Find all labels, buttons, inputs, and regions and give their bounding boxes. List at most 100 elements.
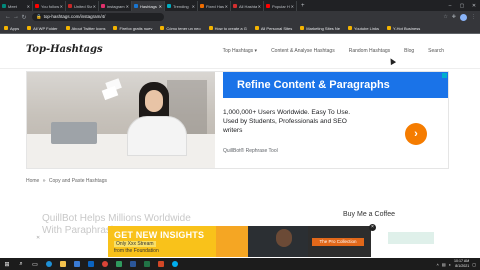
browser-tab[interactable]: Popular H ✕ [264,1,297,11]
ad-body: Refine Content & Paragraphs 1,000,000+ U… [223,72,448,168]
browser-tab[interactable]: instagram ✕ [99,1,132,11]
profile-avatar[interactable] [460,13,467,21]
nav-item[interactable]: Search [428,48,444,54]
bookmark-label: Y-Hot Business [393,25,421,31]
edge-icon[interactable] [42,258,56,270]
ad-photo [27,72,215,168]
chevron-up-icon[interactable]: ˄ [436,262,438,267]
menu-icon[interactable]: ⋮ [471,14,476,20]
bookmark-item[interactable]: Apps [4,26,19,31]
task-view-icon[interactable]: ▭ [28,258,42,270]
bookmark-label: Marketing Sites Ne [306,25,341,31]
bookmark-item[interactable]: About Twitter Icons [65,25,106,31]
coffee-button[interactable] [388,232,434,244]
bookmark-star-icon[interactable]: ☆ [443,14,447,20]
word-icon[interactable] [126,258,140,270]
tab-close-icon[interactable]: ✕ [258,4,261,9]
tab-title: Popular H [272,3,290,9]
tab-close-icon[interactable]: ✕ [93,4,96,9]
lock-icon: 🔒 [36,14,42,19]
bookmark-item[interactable]: Firefox gratis nuev [113,26,152,31]
maximize-icon[interactable]: ▢ [456,1,468,11]
clock[interactable]: 10:17 AM 8/1/2021 [454,259,469,269]
bookmark-item[interactable]: Marketing Sites Ne [300,26,340,31]
nav-item[interactable]: Top Hashtags ▾ [223,48,257,54]
close-left-ad-icon[interactable]: ✕ [36,235,40,241]
sidebar-title: Buy Me a Coffee [343,211,396,218]
mail-icon[interactable] [84,258,98,270]
excel-icon[interactable] [140,258,154,270]
chrome-icon[interactable] [98,258,112,270]
back-icon[interactable]: ← [4,14,12,20]
bookmark-item[interactable]: Cómo tener un neo [160,26,201,31]
reload-icon[interactable]: ↻ [20,14,28,21]
minimize-icon[interactable]: – [444,1,456,11]
bookmark-item[interactable]: All WP Folder [27,26,58,31]
hero-ad[interactable]: Refine Content & Paragraphs 1,000,000+ U… [26,71,449,169]
bookmark-favicon-icon [65,26,70,30]
bookmark-label: About Twitter Icons [71,25,106,31]
browser-tab[interactable]: Meet ✕ [0,1,33,11]
close-window-icon[interactable]: ✕ [468,1,480,11]
tab-close-icon[interactable]: ✕ [192,4,195,9]
bookmark-label: How to create a G [214,25,247,31]
tab-favicon-icon [68,4,72,8]
browser-tab[interactable]: Fixed Hash✕ [198,1,231,11]
bookmark-label: Apps [10,25,20,31]
bottom-banner-ad[interactable]: GET NEW INSIGHTS Only Xxx Stream from th… [108,226,371,257]
tab-close-icon[interactable]: ✕ [27,4,30,9]
breadcrumb-current: Copy and Paste Hashtags [48,178,107,184]
clock-date: 8/1/2021 [455,264,470,268]
forward-icon[interactable]: → [12,14,20,20]
bookmark-item[interactable]: Y-Hot Business [387,26,420,31]
tab-favicon-icon [233,4,237,8]
tab-list: Meet ✕ You follow ✕ United Sta ✕ instagram ✕ Has… [0,1,297,11]
banner-close-icon[interactable]: × [369,224,376,231]
ad-sponsor: QuillBot® Rephrase Tool [223,148,278,154]
bookmark-item[interactable]: All Personal Sites [254,26,292,31]
bookmark-favicon-icon [27,26,32,30]
browser-tab[interactable]: United Sta ✕ [66,1,99,11]
tab-favicon-icon [167,4,171,8]
tab-close-icon[interactable]: ✕ [60,4,63,9]
ad-go-button[interactable]: › [405,123,427,145]
url-input[interactable]: 🔒 top-hashtags.com/instagram/4/ [32,13,164,21]
new-tab-button[interactable]: + [297,1,309,11]
browser-tab[interactable]: Hashtags ✕ [132,1,165,11]
bookmark-item[interactable]: How to create a G [208,25,247,31]
tab-close-icon[interactable]: ✕ [159,4,162,9]
browser-tab[interactable]: Trending ✕ [165,1,198,11]
bookmark-item[interactable]: Youtube Links [348,26,379,31]
file-explorer-icon[interactable] [56,258,70,270]
browser-tab[interactable]: You follow ✕ [33,1,66,11]
windows-icon[interactable]: ⊞ [0,258,14,270]
site-logo[interactable]: Top-Hashtags [26,44,103,55]
banner-tag: The Pro Collection [312,238,364,246]
nav-item[interactable]: Blog [404,48,414,54]
search-icon[interactable]: ⌕ [14,258,28,270]
nav-item[interactable]: Content & Analyse Hashtags [271,48,335,54]
notifications-icon[interactable]: ▢ [472,262,476,267]
volume-icon[interactable]: ◖ [449,262,451,267]
bookmark-favicon-icon [348,26,353,30]
toolbar-right: ☆ ✚ ⋮ [443,13,476,21]
ad-choices-icon[interactable] [442,73,447,78]
bookmark-favicon-icon [208,26,213,30]
banner-headline: GET NEW INSIGHTS [114,230,205,240]
tab-favicon-icon [266,4,270,8]
tab-close-icon[interactable]: ✕ [126,4,129,9]
banner-line1: Only Xxx Stream [114,241,156,247]
nav-item[interactable]: Random Hashtags [349,48,390,54]
breadcrumb-home[interactable]: Home [26,178,39,184]
browser-tab[interactable]: All Hashta ✕ [231,1,264,11]
store-icon[interactable] [70,258,84,270]
tab-close-icon[interactable]: ✕ [225,4,228,9]
network-icon[interactable]: ▤ [442,262,446,267]
powerpoint-icon[interactable] [154,258,168,270]
site-header: Top-Hashtags Top Hashtags ▾ Content & Ana… [0,35,480,69]
tab-close-icon[interactable]: ✕ [291,4,294,9]
photos-icon[interactable] [112,258,126,270]
extensions-icon[interactable]: ✚ [452,14,456,20]
skype-icon[interactable] [168,258,182,270]
breadcrumb-separator: » [42,178,46,184]
